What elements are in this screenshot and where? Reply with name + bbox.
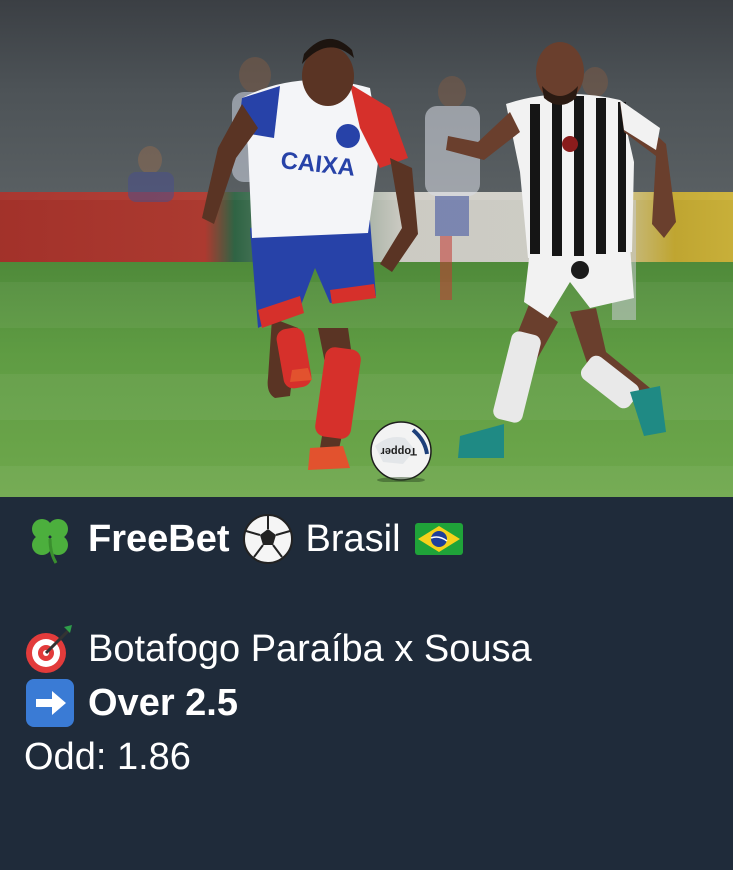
player-bahia: CAIXA — [202, 38, 418, 470]
message-text[interactable]: FreeBet Brasil Botafogo Paraíba x Sousa … — [24, 512, 713, 784]
odd-line: Odd: 1.86 — [24, 730, 713, 784]
odd-text: Odd: 1.86 — [24, 736, 191, 778]
brazil-flag-icon — [414, 523, 463, 555]
freebet-label: FreeBet — [88, 518, 230, 560]
match-photo[interactable]: CAIXA Topper — [0, 0, 733, 497]
tip-text: Over 2.5 — [88, 682, 238, 724]
soccer-ball-icon — [242, 514, 293, 564]
country-label: Brasil — [305, 518, 401, 560]
header-line: FreeBet Brasil — [24, 512, 713, 566]
tip-line: Over 2.5 — [24, 676, 713, 730]
right-arrow-icon — [26, 679, 74, 727]
player-botafogo — [446, 42, 676, 458]
match-text: Botafogo Paraíba x Sousa — [88, 628, 532, 670]
direct-hit-target-icon — [26, 625, 72, 673]
match-line: Botafogo Paraíba x Sousa — [24, 622, 713, 676]
message-card: CAIXA Topper FreeBet Brasil Botafogo Par… — [0, 0, 733, 870]
four-leaf-clover-icon — [32, 519, 68, 564]
soccer-ball: Topper — [370, 421, 432, 482]
ball-brand: Topper — [380, 445, 417, 457]
